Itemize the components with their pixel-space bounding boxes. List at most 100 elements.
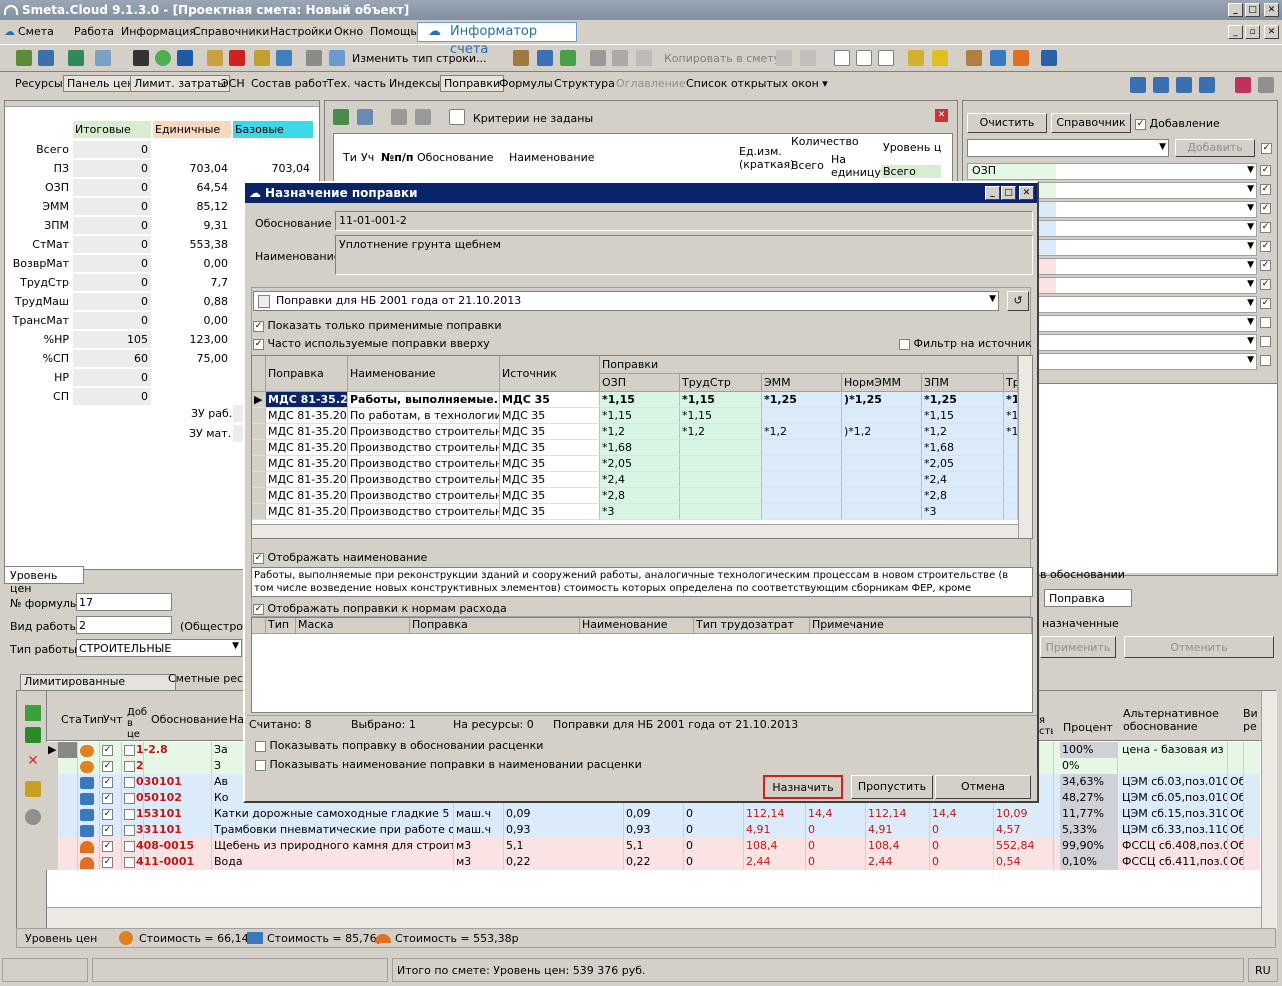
copy-icon[interactable] xyxy=(612,50,628,66)
arrow-down-icon[interactable] xyxy=(415,109,431,125)
tab-resources[interactable]: Ресурсы xyxy=(15,77,63,90)
up-icon[interactable] xyxy=(560,50,576,66)
copy-estimate2-icon[interactable] xyxy=(800,50,816,66)
close-button[interactable]: ✕ xyxy=(1264,3,1279,17)
counted-checkbox[interactable]: ✓ xyxy=(100,806,122,822)
chk-norms-box[interactable]: ✓ xyxy=(253,603,264,615)
tab-corrections[interactable]: Поправки xyxy=(440,75,505,92)
chk-show-in-obosn[interactable]: Показывать поправку в обосновании расцен… xyxy=(255,739,543,752)
correction-row[interactable]: МДС 81-35.2004Производство строительн...… xyxy=(252,488,1018,504)
indent-icon[interactable] xyxy=(1130,77,1146,93)
plus-minus-icon[interactable] xyxy=(25,781,41,797)
paste-icon[interactable] xyxy=(636,50,652,66)
menu-settings[interactable]: Настройки xyxy=(270,25,332,38)
row-type-select[interactable]: СТРОИТЕЛЬНЫЕ ▼ xyxy=(76,639,242,657)
minimize-button[interactable]: _ xyxy=(1228,3,1243,17)
price-unit-cell[interactable]: 0,00 xyxy=(153,312,231,329)
counted-checkbox[interactable]: ✓ xyxy=(100,854,122,870)
tab-estimate-resources[interactable]: Сметные ресу xyxy=(168,672,250,685)
add-row-icon[interactable] xyxy=(25,705,41,721)
correction-row[interactable]: МДС 81-35.2004Производство строительн...… xyxy=(252,472,1018,488)
correction-item-checkbox[interactable]: ✓ xyxy=(1260,165,1271,176)
menu-smeta[interactable]: Смета xyxy=(18,25,54,38)
menu-reference[interactable]: Справочники xyxy=(193,25,269,38)
correction-item-checkbox[interactable] xyxy=(1260,317,1271,328)
dropdown-arrow-icon[interactable]: ▼ xyxy=(1247,298,1254,308)
truck-icon[interactable] xyxy=(990,50,1006,66)
grid-vscroll[interactable] xyxy=(1018,356,1032,538)
cancel-side-button[interactable]: Отменить xyxy=(1124,636,1274,658)
dialog-close-button[interactable]: ✕ xyxy=(1019,186,1034,200)
vertical-scrollbar[interactable] xyxy=(1261,691,1277,929)
tab-open-windows[interactable]: Список открытых окон ▾ xyxy=(686,77,828,90)
name-field[interactable]: Уплотнение грунта щебнем xyxy=(335,235,1033,275)
car-icon[interactable] xyxy=(1041,50,1057,66)
grid-hscroll[interactable] xyxy=(252,524,1018,538)
counted-checkbox[interactable]: ✓ xyxy=(100,742,122,758)
maximize-button[interactable]: □ xyxy=(1245,3,1260,17)
pr-icon[interactable] xyxy=(878,50,894,66)
dialog-minimize-button[interactable]: _ xyxy=(985,186,1000,200)
price-unit-cell[interactable]: 0,00 xyxy=(153,255,231,272)
wand-icon[interactable] xyxy=(207,50,223,66)
table-icon[interactable] xyxy=(38,50,54,66)
correction-row[interactable]: МДС 81-35.2004Производство строительн...… xyxy=(252,504,1018,520)
block-icon[interactable] xyxy=(25,809,41,825)
clear-button[interactable]: Очистить xyxy=(967,113,1047,133)
books-icon[interactable] xyxy=(1235,77,1251,93)
correction-item-checkbox[interactable]: ✓ xyxy=(1260,222,1271,233)
horizontal-scrollbar[interactable] xyxy=(47,907,1261,929)
correction-item-checkbox[interactable]: ✓ xyxy=(1260,184,1271,195)
printer-icon[interactable] xyxy=(306,50,322,66)
material-icon[interactable] xyxy=(1013,50,1029,66)
save-icon[interactable] xyxy=(133,50,149,66)
language-indicator[interactable]: RU xyxy=(1248,958,1278,982)
add-option-checkbox[interactable]: ✓ xyxy=(1261,143,1272,154)
correction-item-checkbox[interactable]: ✓ xyxy=(1260,298,1271,309)
dropdown-arrow-icon[interactable]: ▼ xyxy=(1247,260,1254,270)
dropdown-arrow-icon[interactable]: ▼ xyxy=(1247,184,1254,194)
dropdown-arrow-icon[interactable]: ▼ xyxy=(989,294,996,304)
dropdown-arrow-icon[interactable]: ▼ xyxy=(232,641,239,651)
tab-contents[interactable]: Оглавление xyxy=(616,77,686,90)
tab-correction[interactable]: Поправка xyxy=(1044,589,1132,607)
chk-show-name-in[interactable]: Показывать наименование поправки в наиме… xyxy=(255,758,642,771)
tab-limit-costs[interactable]: Лимит. затраты xyxy=(130,75,231,92)
correction-list-item[interactable]: ОЗП ▼ xyxy=(967,163,1257,180)
correction-row[interactable]: МДС 81-35.2004Производство строительн...… xyxy=(252,424,1018,440)
cancel-button[interactable]: Отмена xyxy=(935,775,1031,799)
delete-row-icon[interactable]: ✕ xyxy=(25,753,41,769)
chk-filter[interactable]: Фильтр на источник xyxy=(899,337,1032,350)
correction-row[interactable]: МДС 81-35.2004Производство строительн...… xyxy=(252,456,1018,472)
counted-checkbox[interactable]: ✓ xyxy=(100,774,122,790)
sync-icon[interactable] xyxy=(177,50,193,66)
delete-icon[interactable] xyxy=(229,50,245,66)
dropdown-arrow-icon[interactable]: ▼ xyxy=(1247,355,1254,365)
menu-help[interactable]: Помощь xyxy=(370,25,417,38)
tools-icon[interactable] xyxy=(908,50,924,66)
add-checkbox-box[interactable]: ✓ xyxy=(1135,118,1146,130)
correction-item-checkbox[interactable]: ✓ xyxy=(1260,260,1271,271)
tab-work-composition[interactable]: Состав работ xyxy=(251,77,328,90)
tab-formulas[interactable]: Формулы xyxy=(499,77,553,90)
price-base-cell[interactable]: 703,04 xyxy=(233,160,313,177)
reference-button[interactable]: Справочник xyxy=(1051,113,1131,133)
correction-item-checkbox[interactable] xyxy=(1260,336,1271,347)
obosn-field[interactable]: 11-01-001-2 xyxy=(335,211,1033,231)
work-type-input[interactable]: 2 xyxy=(76,616,172,634)
child-minimize-button[interactable]: _ xyxy=(1228,25,1243,39)
copy-estimate-icon[interactable] xyxy=(776,50,792,66)
counted-checkbox[interactable]: ✓ xyxy=(100,822,122,838)
add-checkbox[interactable]: ✓ Добавление xyxy=(1135,117,1220,130)
correction-item-checkbox[interactable] xyxy=(1260,355,1271,366)
price-unit-cell[interactable]: 0,88 xyxy=(153,293,231,310)
skip-button[interactable]: Пропустить xyxy=(851,775,933,799)
counted-checkbox[interactable]: ✓ xyxy=(100,790,122,806)
list-icon[interactable] xyxy=(1199,77,1215,93)
price-unit-cell[interactable] xyxy=(153,369,231,386)
change-row-type-button[interactable]: Изменить тип строки... xyxy=(352,52,487,65)
price-unit-cell[interactable]: 85,12 xyxy=(153,198,231,215)
resource-row[interactable]: ✓ 153101 Катки дорожные самоходные гладкие… xyxy=(46,806,1260,822)
apply-button[interactable]: Применить xyxy=(1040,636,1116,658)
chk-frequent-box[interactable]: ✓ xyxy=(253,338,264,350)
